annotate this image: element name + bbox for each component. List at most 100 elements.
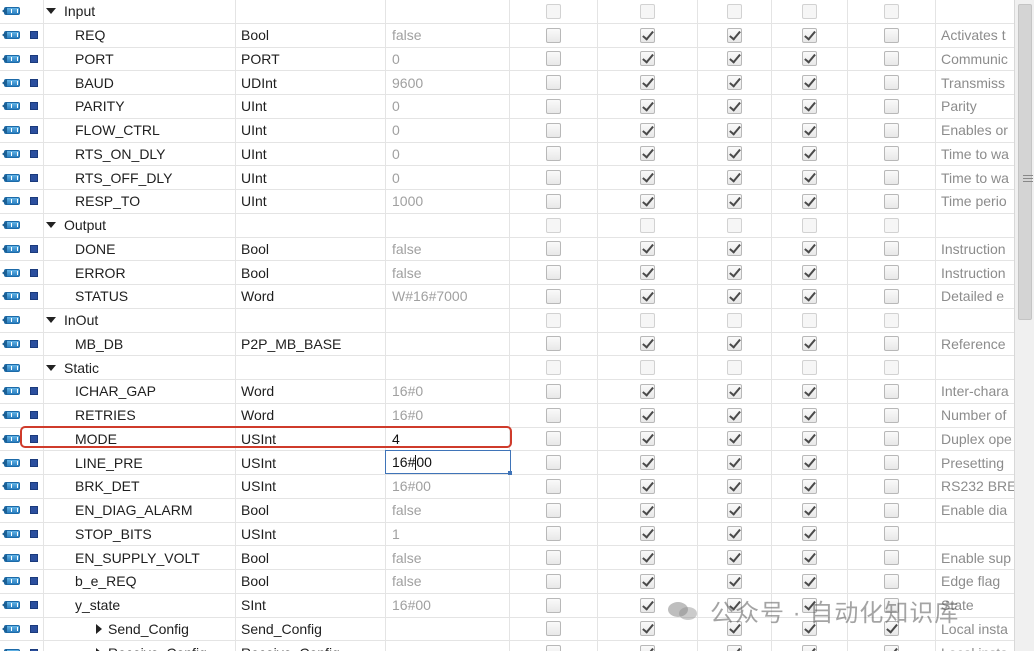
setpoint-checkbox[interactable]	[884, 265, 899, 281]
retain-checkbox[interactable]	[546, 27, 561, 43]
name-cell[interactable]: DONE	[44, 237, 236, 262]
data-type-cell[interactable]: Word	[236, 403, 386, 428]
writable-from-hmi-checkbox[interactable]	[727, 241, 742, 257]
default-value-cell[interactable]: 0	[386, 166, 510, 190]
writable-from-hmi-checkbox[interactable]	[727, 217, 742, 233]
retain-checkbox[interactable]	[546, 431, 561, 447]
comment-cell[interactable]: Activates t	[936, 24, 1014, 48]
retain-checkbox[interactable]	[546, 455, 561, 471]
setpoint-checkbox[interactable]	[884, 146, 899, 162]
vertical-scrollbar[interactable]	[1014, 0, 1034, 651]
name-cell[interactable]: EN_SUPPLY_VOLT	[44, 546, 236, 570]
variable-row[interactable]: y_state SInt 16#00 State	[0, 593, 1014, 618]
variable-row[interactable]: ERROR Bool false Instruction	[0, 261, 1014, 285]
data-type-cell[interactable]: UInt	[236, 95, 386, 119]
accessible-from-hmi-checkbox[interactable]	[640, 383, 655, 399]
comment-cell[interactable]: Parity	[936, 95, 1014, 119]
comment-cell[interactable]: Instruction	[936, 238, 1014, 262]
accessible-from-hmi-checkbox[interactable]	[640, 502, 655, 518]
accessible-from-hmi-checkbox[interactable]	[640, 265, 655, 281]
section-row[interactable]: Static	[0, 356, 1014, 380]
variable-row[interactable]: STATUS Word W#16#7000 Detailed e	[0, 285, 1014, 309]
writable-from-hmi-checkbox[interactable]	[727, 645, 742, 651]
default-value-cell[interactable]	[386, 0, 510, 24]
setpoint-checkbox[interactable]	[884, 122, 899, 138]
visible-in-hmi-checkbox[interactable]	[802, 51, 817, 67]
visible-in-hmi-checkbox[interactable]	[802, 431, 817, 447]
accessible-from-hmi-checkbox[interactable]	[640, 455, 655, 471]
comment-cell[interactable]: Time to wa	[936, 143, 1014, 167]
setpoint-checkbox[interactable]	[884, 217, 899, 233]
comment-cell[interactable]: Detailed e	[936, 285, 1014, 309]
setpoint-checkbox[interactable]	[884, 383, 899, 399]
visible-in-hmi-checkbox[interactable]	[802, 360, 817, 376]
accessible-from-hmi-checkbox[interactable]	[640, 27, 655, 43]
visible-in-hmi-checkbox[interactable]	[802, 75, 817, 91]
name-cell[interactable]: BAUD	[44, 71, 236, 95]
name-cell[interactable]: Receive_Config	[44, 641, 236, 651]
visible-in-hmi-checkbox[interactable]	[802, 27, 817, 43]
writable-from-hmi-checkbox[interactable]	[727, 407, 742, 423]
data-type-cell[interactable]: Bool	[236, 570, 386, 594]
default-value-cell[interactable]: 0	[386, 118, 510, 143]
name-cell[interactable]: MB_DB	[44, 332, 236, 357]
data-type-cell[interactable]: Word	[236, 285, 386, 309]
expand-triangle-icon[interactable]	[46, 317, 56, 324]
setpoint-checkbox[interactable]	[884, 573, 899, 589]
writable-from-hmi-checkbox[interactable]	[727, 3, 742, 19]
visible-in-hmi-checkbox[interactable]	[802, 455, 817, 471]
visible-in-hmi-checkbox[interactable]	[802, 312, 817, 328]
retain-checkbox[interactable]	[546, 193, 561, 209]
name-cell[interactable]: PORT	[44, 47, 236, 72]
variable-row[interactable]: RETRIES Word 16#0 Number of	[0, 403, 1014, 428]
data-type-cell[interactable]: Bool	[236, 498, 386, 523]
writable-from-hmi-checkbox[interactable]	[727, 122, 742, 138]
setpoint-checkbox[interactable]	[884, 478, 899, 494]
default-value-cell[interactable]: false	[386, 570, 510, 594]
visible-in-hmi-checkbox[interactable]	[802, 478, 817, 494]
setpoint-checkbox[interactable]	[884, 645, 899, 651]
default-value-cell[interactable]: 1000	[386, 190, 510, 214]
default-value-cell[interactable]	[386, 617, 510, 642]
accessible-from-hmi-checkbox[interactable]	[640, 3, 655, 19]
writable-from-hmi-checkbox[interactable]	[727, 550, 742, 566]
visible-in-hmi-checkbox[interactable]	[802, 502, 817, 518]
retain-checkbox[interactable]	[546, 170, 561, 186]
visible-in-hmi-checkbox[interactable]	[802, 170, 817, 186]
retain-checkbox[interactable]	[546, 502, 561, 518]
variable-row[interactable]: PARITY UInt 0 Parity	[0, 95, 1014, 119]
comment-cell[interactable]: Instruction	[936, 261, 1014, 285]
data-type-cell[interactable]: USInt	[236, 451, 386, 475]
retain-checkbox[interactable]	[546, 146, 561, 162]
data-type-cell[interactable]: Bool	[236, 237, 386, 262]
name-cell[interactable]: STATUS	[44, 285, 236, 309]
setpoint-checkbox[interactable]	[884, 241, 899, 257]
data-type-cell[interactable]: Send_Config	[236, 617, 386, 642]
comment-cell[interactable]: Enable sup	[936, 546, 1014, 570]
retain-checkbox[interactable]	[546, 573, 561, 589]
comment-cell[interactable]: Local insta	[936, 641, 1014, 651]
visible-in-hmi-checkbox[interactable]	[802, 193, 817, 209]
expand-triangle-icon[interactable]	[46, 8, 56, 15]
setpoint-checkbox[interactable]	[884, 75, 899, 91]
variable-row[interactable]: RTS_OFF_DLY UInt 0 Time to wa	[0, 166, 1014, 190]
default-value-cell[interactable]: false	[386, 237, 510, 262]
name-cell[interactable]: RETRIES	[44, 403, 236, 428]
default-value-cell[interactable]	[386, 356, 510, 380]
retain-checkbox[interactable]	[546, 407, 561, 423]
visible-in-hmi-checkbox[interactable]	[802, 550, 817, 566]
default-value-cell[interactable]: 0	[386, 95, 510, 119]
data-type-cell[interactable]	[236, 213, 386, 238]
accessible-from-hmi-checkbox[interactable]	[640, 312, 655, 328]
name-cell[interactable]: BRK_DET	[44, 475, 236, 499]
accessible-from-hmi-checkbox[interactable]	[640, 621, 655, 637]
writable-from-hmi-checkbox[interactable]	[727, 383, 742, 399]
retain-checkbox[interactable]	[546, 621, 561, 637]
accessible-from-hmi-checkbox[interactable]	[640, 431, 655, 447]
setpoint-checkbox[interactable]	[884, 27, 899, 43]
data-type-cell[interactable]: UInt	[236, 118, 386, 143]
default-value-cell[interactable]: 0	[386, 47, 510, 72]
setpoint-checkbox[interactable]	[884, 550, 899, 566]
writable-from-hmi-checkbox[interactable]	[727, 431, 742, 447]
visible-in-hmi-checkbox[interactable]	[802, 526, 817, 542]
